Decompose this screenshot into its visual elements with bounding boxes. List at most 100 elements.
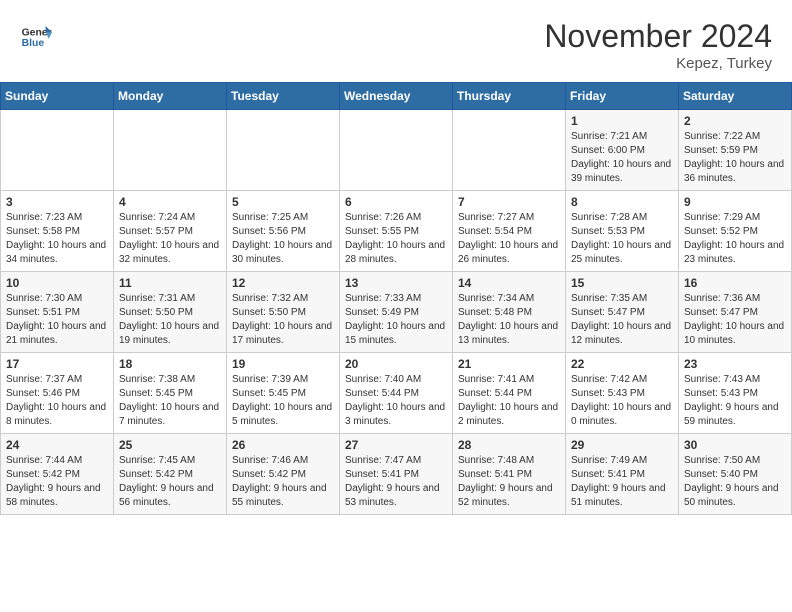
location: Kepez, Turkey (544, 55, 772, 72)
logo: General Blue (20, 18, 52, 50)
day-info: Sunrise: 7:25 AMSunset: 5:56 PMDaylight:… (232, 211, 334, 267)
svg-text:Blue: Blue (22, 38, 45, 49)
weekday-header-thursday: Thursday (453, 83, 566, 110)
day-number: 28 (458, 438, 560, 452)
weekday-header-wednesday: Wednesday (340, 83, 453, 110)
day-number: 24 (6, 438, 108, 452)
calendar-cell: 12Sunrise: 7:32 AMSunset: 5:50 PMDayligh… (227, 272, 340, 353)
calendar-header-row: SundayMondayTuesdayWednesdayThursdayFrid… (1, 83, 792, 110)
calendar-cell: 30 Sunrise: 7:50 AMSunset: 5:40 PMDayligh… (679, 434, 792, 515)
day-number: 2 (684, 114, 786, 128)
day-number: 15 (571, 276, 673, 290)
calendar-cell: 21Sunrise: 7:41 AMSunset: 5:44 PMDayligh… (453, 353, 566, 434)
day-info: Sunrise: 7:34 AMSunset: 5:48 PMDaylight:… (458, 292, 560, 348)
calendar-week-3: 10 Sunrise: 7:30 AMSunset: 5:51 PMDayligh… (1, 272, 792, 353)
calendar-week-1: 1 Sunrise: 7:21 AMSunset: 6:00 PMDaylight… (1, 110, 792, 191)
day-number: 17 (6, 357, 108, 371)
day-number: 11 (119, 276, 221, 290)
calendar-cell: 4 Sunrise: 7:24 AMSunset: 5:57 PMDaylight… (114, 191, 227, 272)
calendar-cell: 19 Sunrise: 7:39 AMSunset: 5:45 PMDayligh… (227, 353, 340, 434)
day-info: Sunrise: 7:33 AMSunset: 5:49 PMDaylight:… (345, 292, 447, 348)
day-number: 13 (345, 276, 447, 290)
calendar-cell (114, 110, 227, 191)
calendar-week-2: 3 Sunrise: 7:23 AMSunset: 5:58 PMDaylight… (1, 191, 792, 272)
day-info: Sunrise: 7:26 AMSunset: 5:55 PMDaylight:… (345, 211, 447, 267)
calendar-week-4: 17 Sunrise: 7:37 AMSunset: 5:46 PMDayligh… (1, 353, 792, 434)
calendar-cell: 10 Sunrise: 7:30 AMSunset: 5:51 PMDayligh… (1, 272, 114, 353)
day-info: Sunrise: 7:32 AMSunset: 5:50 PMDaylight:… (232, 292, 334, 348)
day-info: Sunrise: 7:38 AMSunset: 5:45 PMDaylight:… (119, 373, 221, 429)
calendar-cell: 16 Sunrise: 7:36 AMSunset: 5:47 PMDayligh… (679, 272, 792, 353)
day-number: 27 (345, 438, 447, 452)
day-number: 29 (571, 438, 673, 452)
day-number: 3 (6, 195, 108, 209)
day-info: Sunrise: 7:27 AMSunset: 5:54 PMDaylight:… (458, 211, 560, 267)
day-info: Sunrise: 7:21 AMSunset: 6:00 PMDaylight:… (571, 130, 673, 186)
calendar-cell: 27 Sunrise: 7:47 AMSunset: 5:41 PMDayligh… (340, 434, 453, 515)
day-number: 22 (571, 357, 673, 371)
calendar-cell: 29 Sunrise: 7:49 AMSunset: 5:41 PMDayligh… (566, 434, 679, 515)
day-info: Sunrise: 7:48 AMSunset: 5:41 PMDaylight:… (458, 454, 560, 510)
day-number: 8 (571, 195, 673, 209)
calendar-cell: 2 Sunrise: 7:22 AMSunset: 5:59 PMDaylight… (679, 110, 792, 191)
day-info: Sunrise: 7:36 AMSunset: 5:47 PMDaylight:… (684, 292, 786, 348)
day-info: Sunrise: 7:46 AMSunset: 5:42 PMDaylight:… (232, 454, 334, 510)
day-number: 10 (6, 276, 108, 290)
day-info: Sunrise: 7:37 AMSunset: 5:46 PMDaylight:… (6, 373, 108, 429)
day-number: 26 (232, 438, 334, 452)
day-number: 23 (684, 357, 786, 371)
calendar-cell (227, 110, 340, 191)
weekday-header-monday: Monday (114, 83, 227, 110)
calendar-cell: 6 Sunrise: 7:26 AMSunset: 5:55 PMDaylight… (340, 191, 453, 272)
calendar-cell (1, 110, 114, 191)
calendar-cell: 7 Sunrise: 7:27 AMSunset: 5:54 PMDaylight… (453, 191, 566, 272)
day-info: Sunrise: 7:23 AMSunset: 5:58 PMDaylight:… (6, 211, 108, 267)
day-number: 19 (232, 357, 334, 371)
day-number: 7 (458, 195, 560, 209)
calendar-cell: 18Sunrise: 7:38 AMSunset: 5:45 PMDayligh… (114, 353, 227, 434)
day-info: Sunrise: 7:29 AMSunset: 5:52 PMDaylight:… (684, 211, 786, 267)
day-info: Sunrise: 7:50 AMSunset: 5:40 PMDaylight:… (684, 454, 786, 510)
calendar-cell: 5 Sunrise: 7:25 AMSunset: 5:56 PMDaylight… (227, 191, 340, 272)
calendar-cell: 1 Sunrise: 7:21 AMSunset: 6:00 PMDaylight… (566, 110, 679, 191)
calendar-table: SundayMondayTuesdayWednesdayThursdayFrid… (0, 82, 792, 515)
day-info: Sunrise: 7:30 AMSunset: 5:51 PMDaylight:… (6, 292, 108, 348)
day-info: Sunrise: 7:45 AMSunset: 5:42 PMDaylight:… (119, 454, 221, 510)
day-number: 5 (232, 195, 334, 209)
calendar-cell: 25Sunrise: 7:45 AMSunset: 5:42 PMDayligh… (114, 434, 227, 515)
calendar-cell: 26 Sunrise: 7:46 AMSunset: 5:42 PMDayligh… (227, 434, 340, 515)
day-info: Sunrise: 7:39 AMSunset: 5:45 PMDaylight:… (232, 373, 334, 429)
day-info: Sunrise: 7:28 AMSunset: 5:53 PMDaylight:… (571, 211, 673, 267)
weekday-header-friday: Friday (566, 83, 679, 110)
page-header: General Blue November 2024 Kepez, Turkey (0, 0, 792, 82)
calendar-body: 1 Sunrise: 7:21 AMSunset: 6:00 PMDaylight… (1, 110, 792, 515)
day-number: 4 (119, 195, 221, 209)
calendar-cell: 17 Sunrise: 7:37 AMSunset: 5:46 PMDayligh… (1, 353, 114, 434)
day-info: Sunrise: 7:42 AMSunset: 5:43 PMDaylight:… (571, 373, 673, 429)
calendar-cell: 9Sunrise: 7:29 AMSunset: 5:52 PMDaylight… (679, 191, 792, 272)
day-info: Sunrise: 7:31 AMSunset: 5:50 PMDaylight:… (119, 292, 221, 348)
calendar-cell (340, 110, 453, 191)
calendar-cell: 14 Sunrise: 7:34 AMSunset: 5:48 PMDayligh… (453, 272, 566, 353)
day-info: Sunrise: 7:40 AMSunset: 5:44 PMDaylight:… (345, 373, 447, 429)
calendar-week-5: 24 Sunrise: 7:44 AMSunset: 5:42 PMDayligh… (1, 434, 792, 515)
day-info: Sunrise: 7:24 AMSunset: 5:57 PMDaylight:… (119, 211, 221, 267)
calendar-cell: 24 Sunrise: 7:44 AMSunset: 5:42 PMDayligh… (1, 434, 114, 515)
day-info: Sunrise: 7:43 AMSunset: 5:43 PMDaylight:… (684, 373, 786, 429)
day-number: 1 (571, 114, 673, 128)
calendar-cell (453, 110, 566, 191)
day-info: Sunrise: 7:44 AMSunset: 5:42 PMDaylight:… (6, 454, 108, 510)
weekday-header-tuesday: Tuesday (227, 83, 340, 110)
day-info: Sunrise: 7:41 AMSunset: 5:44 PMDaylight:… (458, 373, 560, 429)
calendar-cell: 22 Sunrise: 7:42 AMSunset: 5:43 PMDayligh… (566, 353, 679, 434)
day-number: 6 (345, 195, 447, 209)
calendar-cell: 23 Sunrise: 7:43 AMSunset: 5:43 PMDayligh… (679, 353, 792, 434)
day-number: 14 (458, 276, 560, 290)
day-info: Sunrise: 7:49 AMSunset: 5:41 PMDaylight:… (571, 454, 673, 510)
day-info: Sunrise: 7:22 AMSunset: 5:59 PMDaylight:… (684, 130, 786, 186)
day-number: 30 (684, 438, 786, 452)
calendar-cell: 28 Sunrise: 7:48 AMSunset: 5:41 PMDayligh… (453, 434, 566, 515)
day-info: Sunrise: 7:47 AMSunset: 5:41 PMDaylight:… (345, 454, 447, 510)
day-number: 16 (684, 276, 786, 290)
weekday-header-sunday: Sunday (1, 83, 114, 110)
